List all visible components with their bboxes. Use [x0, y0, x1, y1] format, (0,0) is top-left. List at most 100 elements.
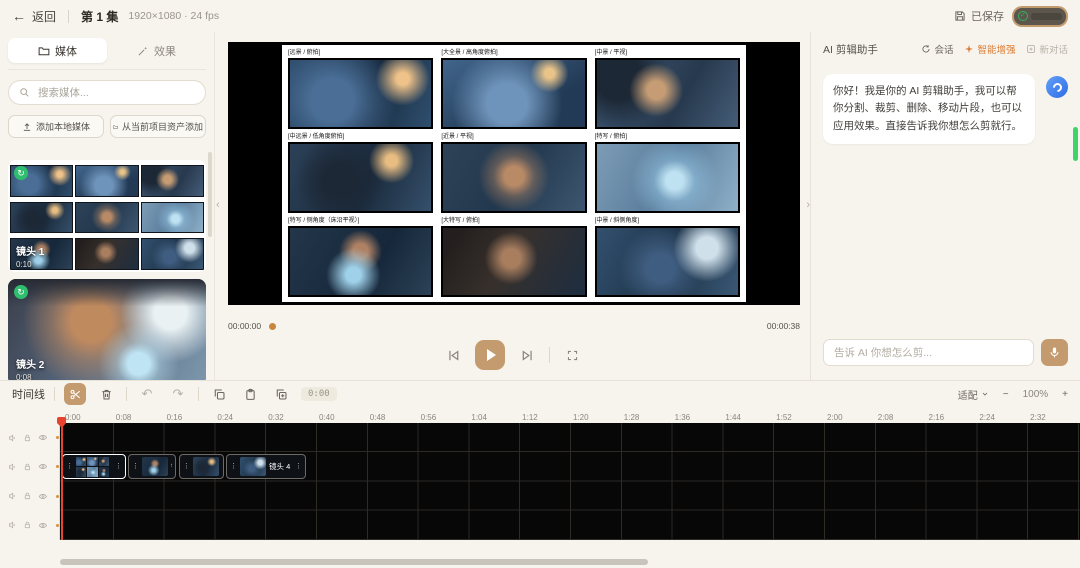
top-bar: ← 返回 第 1 集 1920×1080 · 24 fps 已保存 ✓ [0, 0, 1080, 32]
chat-input[interactable] [823, 339, 1034, 366]
ruler-tick: 0:24 [217, 413, 233, 422]
upload-icon [23, 122, 31, 131]
divider [198, 387, 199, 401]
collapse-left-panel-icon[interactable]: ‹ [216, 200, 220, 211]
tab-media-label: 媒体 [55, 45, 77, 58]
voice-input-button[interactable] [1041, 339, 1068, 366]
panel-scrollbar[interactable] [1073, 127, 1078, 161]
timeline-clip-3[interactable]: ⋮ 镜… [179, 454, 224, 479]
zoom-out-button[interactable]: − [1003, 389, 1009, 400]
lock-icon[interactable] [23, 491, 32, 501]
storyboard-cell: [近景 / 平视] [441, 132, 587, 213]
track-status-dot [56, 465, 59, 469]
paste-button[interactable] [239, 383, 261, 405]
timeline-tracks[interactable]: ⋮ 镜头 1 ⋮ ⋮ 镜… ⋮ 镜… ⋮ 镜头 4 ⋮ [60, 423, 1080, 540]
timeline-section: 时间线 ↶ ↷ 0:00 适配 − 100% + 0:00 0:08 0:16 … [0, 380, 1080, 568]
media-item-shot1[interactable]: ↻ 镜头 1 0:10 [8, 160, 206, 272]
speaker-icon[interactable] [8, 433, 17, 443]
export-button[interactable]: ✓ [1012, 5, 1068, 27]
shot-label: [特写 / 侧角度（床沿平视）] [288, 218, 360, 224]
frame-image [75, 165, 139, 197]
clip-trim-handle[interactable]: ⋮ [115, 463, 122, 470]
smart-enhance-button[interactable]: 智能增强 [964, 42, 1015, 56]
fit-dropdown[interactable]: 适配 [958, 387, 989, 402]
ruler-tick: 1:20 [572, 413, 589, 422]
media-duration: 0:08 [16, 373, 32, 380]
play-button[interactable] [475, 340, 505, 370]
prev-frame-button[interactable] [444, 346, 462, 364]
storyboard-frame [75, 162, 139, 197]
fullscreen-button[interactable] [563, 346, 581, 364]
speaker-icon[interactable] [8, 520, 17, 530]
storyboard-cell: [中远景 / 低角度俯拍] [288, 132, 434, 213]
add-local-media-button[interactable]: 添加本地媒体 [8, 115, 104, 138]
media-item-shot2[interactable]: ↻ 镜头 2 0:08 [8, 279, 206, 380]
media-duration: 0:10 [16, 260, 32, 269]
divider [549, 347, 550, 363]
media-search[interactable] [8, 80, 206, 105]
sync-badge-icon: ↻ [14, 285, 28, 299]
timeline-clip-2[interactable]: ⋮ 镜… [128, 454, 176, 479]
eye-icon[interactable] [38, 491, 48, 502]
back-button[interactable]: 返回 [32, 8, 56, 25]
ruler-tick: 2:16 [928, 413, 945, 422]
clip-trim-handle[interactable]: ⋮ [66, 463, 73, 470]
lock-icon[interactable] [23, 462, 32, 472]
ruler-tick: 2:24 [979, 413, 995, 422]
zoom-in-button[interactable]: + [1062, 389, 1068, 400]
playhead-line[interactable] [61, 421, 63, 540]
ai-panel-title: AI 剪辑助手 [823, 43, 878, 56]
duplicate-button[interactable] [270, 383, 292, 405]
media-list-scrollbar[interactable] [208, 152, 212, 237]
lock-icon[interactable] [23, 433, 32, 443]
clip-thumbnail [193, 457, 219, 476]
frame-image [140, 238, 204, 270]
ruler-tick: 1:52 [776, 413, 792, 422]
undo-button[interactable]: ↶ [136, 383, 158, 405]
storyboard-cell: [特写 / 俯拍] [594, 132, 740, 213]
add-from-project-button[interactable]: 从当前项目资产添加 [110, 115, 206, 138]
episode-title: 第 1 集 [81, 9, 119, 24]
shot-label: [中远景 / 低角度俯拍] [288, 134, 345, 140]
ruler-tick: 0:32 [268, 413, 284, 422]
lock-icon[interactable] [23, 520, 32, 530]
ruler-tick: 0:48 [369, 413, 386, 422]
clip-trim-handle[interactable]: ⋮ [230, 463, 237, 470]
export-label [1031, 12, 1062, 20]
shot-image [441, 226, 587, 297]
tab-media[interactable]: 媒体 [8, 38, 107, 63]
sync-badge-icon: ↻ [14, 166, 28, 180]
speaker-icon[interactable] [8, 462, 17, 472]
shot-label: [远景 / 俯拍] [288, 50, 321, 56]
timeline-clip-4[interactable]: ⋮ 镜头 4 ⋮ [226, 454, 306, 479]
delete-clip-button[interactable] [95, 383, 117, 405]
tab-effects-label: 效果 [154, 45, 176, 58]
next-frame-button[interactable] [518, 346, 536, 364]
clip-trim-handle[interactable]: ⋮ [295, 463, 302, 470]
export-inner: ✓ [1014, 7, 1066, 25]
timeline-horizontal-scrollbar[interactable] [60, 559, 648, 565]
speaker-icon[interactable] [8, 491, 17, 501]
search-input[interactable] [36, 85, 195, 100]
ai-avatar-icon [1050, 80, 1064, 94]
clip-trim-handle[interactable]: ⋮ [132, 463, 139, 470]
shot-image [288, 226, 434, 297]
eye-icon[interactable] [38, 461, 48, 472]
timeline-ruler[interactable]: 0:00 0:08 0:16 0:24 0:32 0:40 0:48 0:56 1:04 1:12… [60, 407, 1080, 423]
storyboard-cell: [中景 / 斜侧角度] [594, 216, 740, 297]
clip-trim-handle[interactable]: ⋮ [183, 463, 190, 470]
back-arrow-icon[interactable]: ← [12, 8, 26, 24]
tab-effects[interactable]: 效果 [107, 38, 206, 63]
eye-icon[interactable] [38, 520, 48, 531]
saved-label: 已保存 [971, 11, 1004, 23]
split-tool-button[interactable] [64, 383, 86, 405]
eye-icon[interactable] [38, 432, 48, 443]
timeline-clip-1[interactable]: ⋮ 镜头 1 ⋮ [62, 454, 126, 479]
storyboard-frame [140, 198, 204, 234]
transport-controls [215, 340, 810, 370]
new-chat-button[interactable]: 新对话 [1026, 42, 1068, 56]
session-button[interactable]: 会话 [921, 42, 953, 56]
clip-label: 镜头 4 [269, 462, 291, 471]
redo-button[interactable]: ↷ [167, 383, 189, 405]
copy-button[interactable] [208, 383, 230, 405]
